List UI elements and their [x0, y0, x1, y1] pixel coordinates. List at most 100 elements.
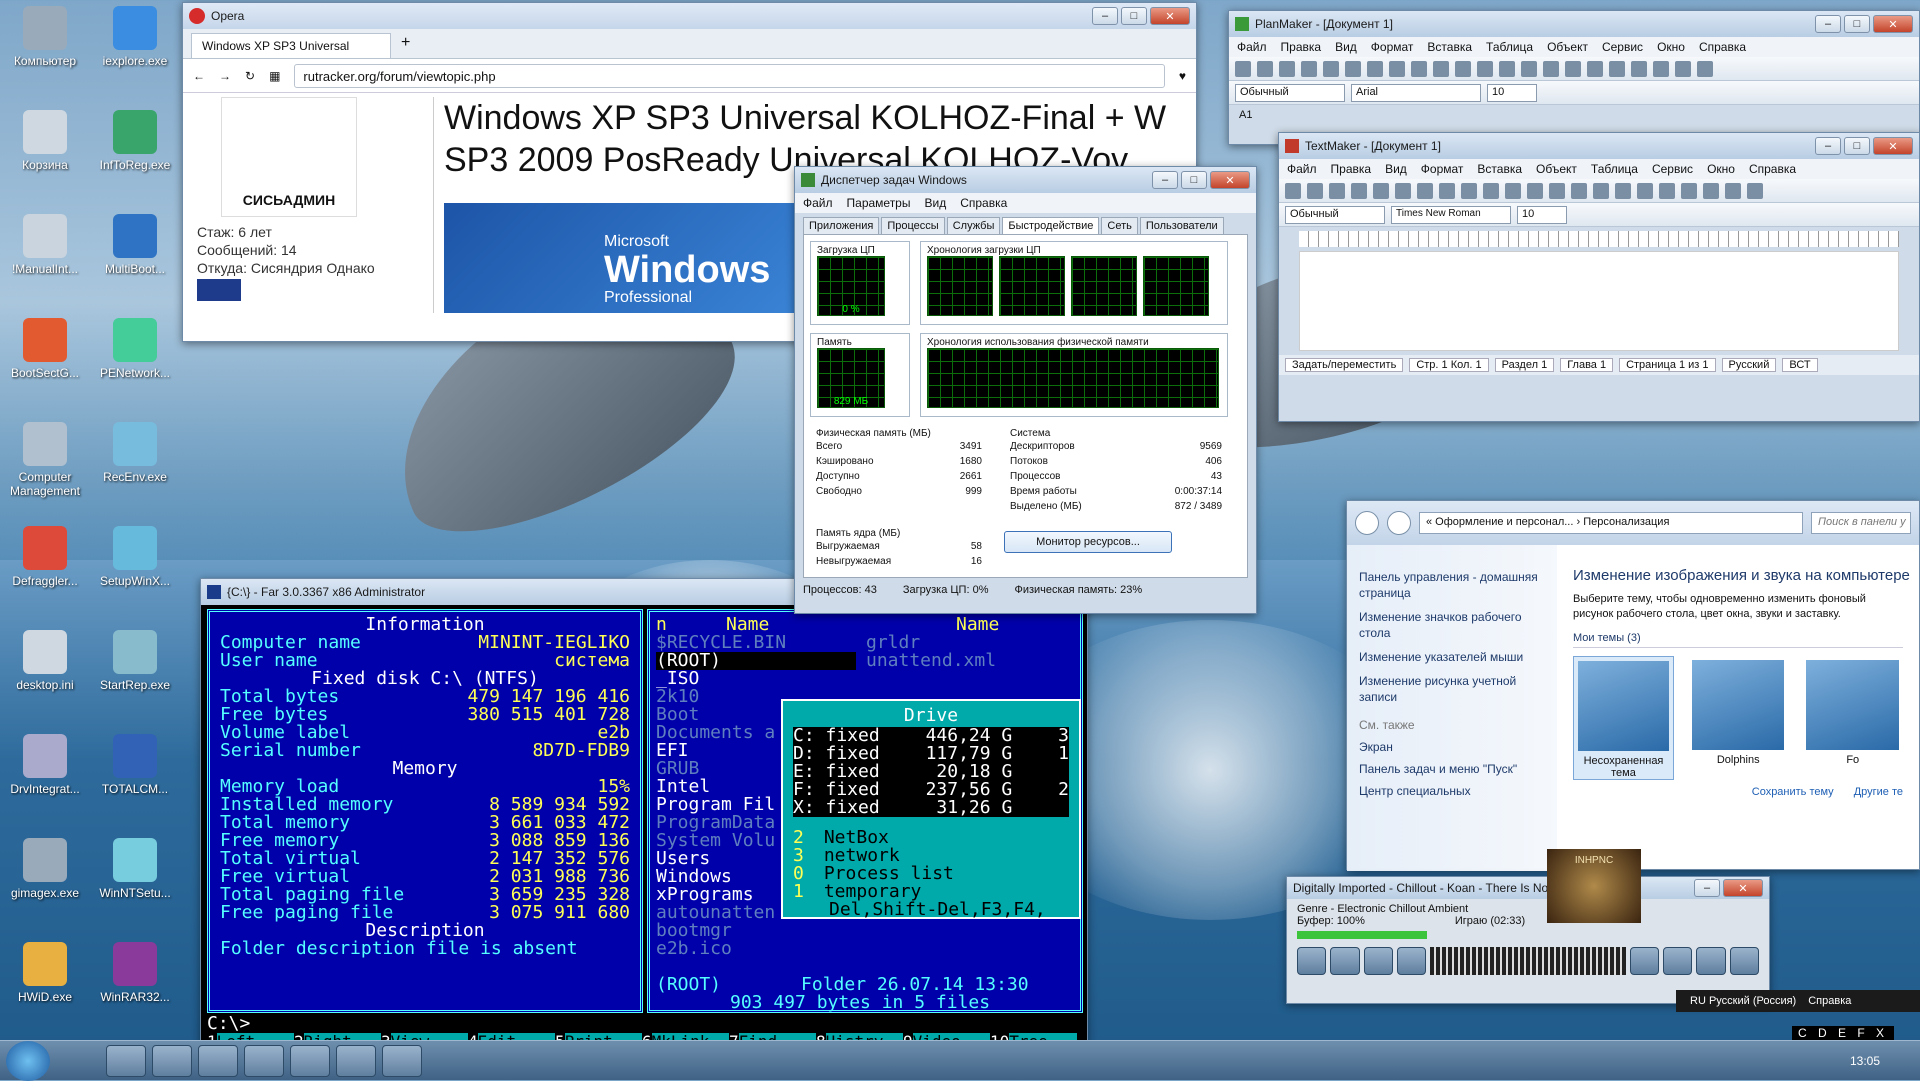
taskbar-app-button[interactable]	[152, 1044, 192, 1077]
toolbar-icon[interactable]	[1439, 182, 1455, 199]
toolbar-icon[interactable]	[1301, 60, 1317, 77]
size-dropdown[interactable]: 10	[1487, 83, 1537, 102]
file-item[interactable]: unattend.xml	[866, 652, 996, 670]
resource-monitor-button[interactable]: Монитор ресурсов...	[1004, 531, 1172, 553]
menu-item[interactable]: Окно	[1707, 162, 1735, 176]
taskbar-app-button[interactable]	[106, 1044, 146, 1077]
toolbar-icon[interactable]	[1675, 60, 1691, 77]
maximize-button[interactable]: □	[1181, 171, 1207, 189]
menu-item[interactable]: Файл	[1237, 40, 1267, 54]
desktop-icon[interactable]: SetupWinX...	[90, 526, 180, 588]
control-panel-link[interactable]: Изменение указателей мыши	[1359, 649, 1545, 665]
toolbar-icon[interactable]	[1455, 60, 1471, 77]
settings-icon[interactable]	[1696, 947, 1726, 975]
address-bar[interactable]: rutracker.org/forum/viewtopic.php	[294, 63, 1165, 88]
toolbar-icon[interactable]	[1323, 60, 1339, 77]
menu-item[interactable]: Справка	[960, 196, 1007, 210]
theme-tile[interactable]: Несохраненная тема	[1573, 656, 1674, 780]
toolbar-icon[interactable]	[1279, 60, 1295, 77]
desktop-icon[interactable]: WinRAR32...	[90, 942, 180, 1004]
control-panel-link[interactable]: Изменение значков рабочего стола	[1359, 609, 1545, 641]
minimize-button[interactable]: –	[1092, 7, 1118, 25]
toolbar-icon[interactable]	[1565, 60, 1581, 77]
taskmgr-titlebar[interactable]: Диспетчер задач Windows – □ ✕	[795, 167, 1256, 193]
toolbar-icon[interactable]	[1505, 182, 1521, 199]
desktop-icon[interactable]: HWiD.exe	[0, 942, 90, 1004]
maximize-button[interactable]: □	[1844, 15, 1870, 33]
toolbar-icon[interactable]	[1631, 60, 1647, 77]
toolbar-icon[interactable]	[1307, 182, 1323, 199]
heart-icon[interactable]: ♥	[1179, 69, 1186, 83]
toolbar-icon[interactable]	[1367, 60, 1383, 77]
power-icon[interactable]	[1729, 947, 1760, 975]
desktop-icon[interactable]: !ManualInt...	[0, 214, 90, 276]
next-button[interactable]	[1363, 947, 1394, 975]
menu-item[interactable]: Формат	[1371, 40, 1414, 54]
back-icon[interactable]	[1355, 511, 1379, 535]
start-button[interactable]	[6, 1040, 50, 1081]
desktop-icon[interactable]: TOTALCM...	[90, 734, 180, 796]
menu-item[interactable]: Сервис	[1602, 40, 1643, 54]
toolbar-icon[interactable]	[1659, 182, 1675, 199]
toolbar-icon[interactable]	[1483, 182, 1499, 199]
close-button[interactable]: ✕	[1210, 171, 1250, 189]
volume-icon[interactable]	[1663, 947, 1693, 975]
menu-item[interactable]: Файл	[1287, 162, 1317, 176]
reload-icon[interactable]: ↻	[245, 69, 255, 83]
menu-item[interactable]: Справка	[1749, 162, 1796, 176]
toolbar-icon[interactable]	[1411, 60, 1427, 77]
desktop-icon[interactable]: BootSectG...	[0, 318, 90, 380]
file-item[interactable]: (ROOT)	[656, 652, 856, 670]
taskbar-app-button[interactable]	[290, 1044, 330, 1077]
menu-item[interactable]: Правка	[1281, 40, 1322, 54]
toolbar-icon[interactable]	[1747, 182, 1763, 199]
menu-item[interactable]: Вид	[1385, 162, 1407, 176]
menu-item[interactable]: Таблица	[1591, 162, 1638, 176]
desktop-icon[interactable]: iexplore.exe	[90, 6, 180, 68]
desktop-icon[interactable]: MultiBoot...	[90, 214, 180, 276]
toolbar-icon[interactable]	[1653, 60, 1669, 77]
close-button[interactable]: ✕	[1873, 15, 1913, 33]
planmaker-titlebar[interactable]: PlanMaker - [Документ 1] – □ ✕	[1229, 11, 1919, 37]
toolbar-icon[interactable]	[1433, 60, 1449, 77]
toolbar-icon[interactable]	[1549, 182, 1565, 199]
desktop-icon[interactable]: Defraggler...	[0, 526, 90, 588]
toolbar-icon[interactable]	[1395, 182, 1411, 199]
player-titlebar[interactable]: Digitally Imported - Chillout - Koan - T…	[1287, 877, 1769, 899]
close-button[interactable]: ✕	[1873, 137, 1913, 155]
toolbar-icon[interactable]	[1637, 182, 1653, 199]
toolbar-icon[interactable]	[1615, 182, 1631, 199]
minimize-button[interactable]: –	[1694, 879, 1720, 897]
toolbar-icon[interactable]	[1697, 60, 1713, 77]
toolbar-icon[interactable]	[1329, 182, 1345, 199]
drive-item[interactable]: X: fixed 31,26 G	[793, 799, 1069, 817]
more-themes-link[interactable]: Другие те	[1854, 786, 1903, 798]
desktop-icon[interactable]: DrvIntegrat...	[0, 734, 90, 796]
toolbar-icon[interactable]	[1461, 182, 1477, 199]
see-also-link[interactable]: Панель задач и меню "Пуск"	[1359, 761, 1545, 777]
tab[interactable]: Приложения	[803, 217, 880, 234]
menu-item[interactable]: Правка	[1331, 162, 1372, 176]
tab[interactable]: Службы	[946, 217, 1001, 234]
font-dropdown[interactable]: Times New Roman	[1391, 205, 1511, 224]
menu-item[interactable]: Вид	[924, 196, 946, 210]
speed-dial-icon[interactable]: ▦	[269, 69, 280, 83]
menu-item[interactable]: Вставка	[1477, 162, 1522, 176]
file-item[interactable]: e2b.ico	[656, 940, 856, 958]
taskbar-app-button[interactable]	[336, 1044, 376, 1077]
menu-item[interactable]: Объект	[1536, 162, 1577, 176]
menu-item[interactable]: Вид	[1335, 40, 1357, 54]
desktop-icon[interactable]: WinNTSetu...	[90, 838, 180, 900]
save-theme-link[interactable]: Сохранить тему	[1752, 786, 1834, 798]
command-prompt[interactable]: C:\>	[207, 1013, 250, 1034]
menu-item[interactable]: Файл	[803, 196, 833, 210]
record-button[interactable]	[1397, 947, 1427, 975]
toolbar-icon[interactable]	[1725, 182, 1741, 199]
tab[interactable]: Быстродействие	[1002, 217, 1100, 234]
maximize-button[interactable]: □	[1121, 7, 1147, 25]
forward-icon[interactable]: →	[219, 69, 231, 83]
taskbar-app-button[interactable]	[382, 1044, 422, 1077]
cell-reference[interactable]: A1	[1239, 109, 1252, 121]
minimize-button[interactable]: –	[1152, 171, 1178, 189]
style-dropdown[interactable]: Обычный	[1285, 205, 1385, 224]
